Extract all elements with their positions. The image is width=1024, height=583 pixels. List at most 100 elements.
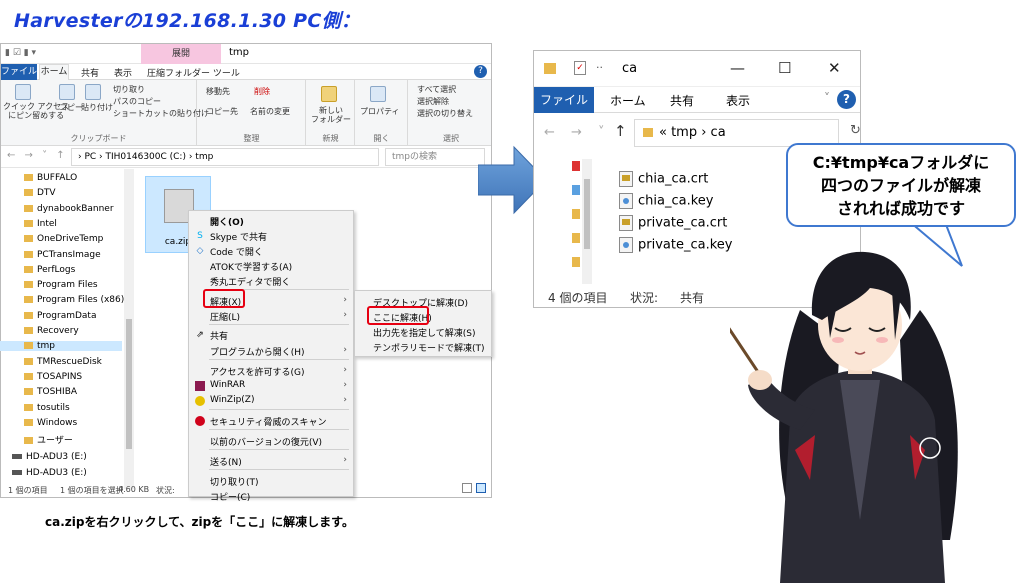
submenu-extract-temp[interactable]: テンポラリモードで解凍(T) (373, 341, 485, 354)
chevron-down-icon[interactable]: ˅ (824, 91, 830, 105)
menu-open-code[interactable]: Code で開く (210, 245, 263, 258)
file-row[interactable]: private_ca.key (619, 237, 732, 253)
tree-item-buffalo[interactable]: BUFFALO (24, 173, 77, 183)
open-group: プロパティ 開く (356, 80, 408, 146)
tree-item-drive[interactable]: HD-ADU3 (E:) (12, 452, 87, 462)
copy-path-button[interactable]: パスのコピー (113, 96, 161, 107)
copy-to-button[interactable]: コピー先 (206, 106, 238, 117)
tree-item-tosutils[interactable]: tosutils (24, 403, 70, 413)
menu-winzip[interactable]: WinZip(Z) (210, 395, 254, 405)
tree-item-toshiba[interactable]: TOSHIBA (24, 387, 77, 397)
copy-button[interactable]: コピー (59, 102, 83, 113)
tree-item-dynabookbanner[interactable]: dynabookBanner (24, 204, 114, 214)
file-row[interactable]: chia_ca.crt (619, 171, 708, 187)
tab-share[interactable]: 共有 (81, 66, 99, 79)
file-row[interactable]: private_ca.crt (619, 215, 727, 231)
properties-button[interactable]: プロパティ (360, 106, 400, 117)
tree-item-onedrivetemp[interactable]: OneDriveTemp (24, 234, 103, 244)
move-to-button[interactable]: 移動先 (206, 86, 230, 97)
folder-icon (24, 437, 33, 445)
select-none-button[interactable]: 選択解除 (417, 96, 449, 107)
nav-buttons[interactable]: ← → ˅ ↑ (7, 150, 68, 161)
tree-item-pctransimage[interactable]: PCTransImage (24, 250, 101, 260)
details-view-icon[interactable] (462, 483, 472, 493)
file-row[interactable]: chia_ca.key (619, 193, 713, 209)
address-input[interactable]: › PC › TIH0146300C (C:) › tmp (71, 148, 379, 166)
maximize-icon[interactable]: ☐ (778, 59, 791, 77)
tab-file[interactable]: ファイル (534, 87, 594, 113)
tree-item-perflogs[interactable]: PerfLogs (24, 265, 75, 275)
menu-security-scan[interactable]: セキュリティ脅威のスキャン (210, 415, 326, 428)
more-icon[interactable]: ·· (596, 61, 603, 74)
context-tab-extract[interactable]: 展開 (141, 44, 221, 64)
refresh-icon[interactable]: ↻ (850, 123, 860, 138)
submenu-extract-to[interactable]: 出力先を指定して解凍(S) (373, 326, 475, 339)
tab-view[interactable]: 表示 (726, 92, 750, 109)
tab-home[interactable]: ホーム (39, 64, 69, 80)
tree-item-recovery[interactable]: Recovery (24, 326, 79, 336)
menu-share[interactable]: 共有 (210, 329, 228, 342)
help-icon[interactable]: ? (837, 90, 856, 109)
menu-restore-previous[interactable]: 以前のバージョンの復元(V) (210, 435, 322, 448)
menu-atok[interactable]: ATOKで学習する(A) (210, 260, 292, 273)
right-scrollbar[interactable] (582, 159, 592, 284)
paste-shortcut-button[interactable]: ショートカットの貼り付け (113, 108, 209, 119)
quick-access-toolbar[interactable]: ▮ ☑ ▮ ▾ (5, 48, 36, 58)
delete-button[interactable]: 削除 (254, 86, 270, 97)
tree-item-drive[interactable]: HD-ADU3 (E:) (12, 468, 87, 478)
paste-button[interactable]: 貼り付け (81, 102, 113, 113)
right-scroll-thumb[interactable] (584, 179, 590, 249)
menu-skype-share[interactable]: Skype で共有 (210, 230, 267, 243)
select-all-button[interactable]: すべて選択 (417, 84, 456, 95)
nav-buttons[interactable]: ← → ˅ (544, 125, 611, 140)
tree-item-tosapins[interactable]: TOSAPINS (24, 372, 82, 382)
tree-item-label: TOSAPINS (37, 371, 83, 382)
tree-item-windows[interactable]: Windows (24, 418, 77, 428)
tab-compressed-tools[interactable]: 圧縮フォルダー ツール (147, 66, 240, 79)
tree-item-program-files-x86-[interactable]: Program Files (x86) (24, 295, 124, 305)
menu-copy[interactable]: コピー(C) (210, 490, 250, 503)
nav-item-icon (572, 257, 580, 267)
tree-item-intel[interactable]: Intel (24, 219, 57, 229)
tree-scrollbar[interactable] (124, 169, 134, 489)
menu-hidemaru[interactable]: 秀丸エディタで開く (210, 275, 290, 288)
tree-item-tmp[interactable]: tmp (0, 341, 122, 352)
large-icons-view-icon[interactable] (476, 483, 486, 493)
tree-item-programdata[interactable]: ProgramData (24, 311, 96, 321)
tree-item-label: PCTransImage (37, 249, 101, 260)
invert-selection-button[interactable]: 選択の切り替え (417, 108, 473, 119)
tab-view[interactable]: 表示 (114, 66, 132, 79)
right-title-bar: ✓ ·· ca — ☐ ✕ (534, 51, 860, 87)
organize-group-label: 整理 (243, 134, 260, 143)
close-icon[interactable]: ✕ (828, 59, 841, 77)
tab-share[interactable]: 共有 (670, 92, 694, 109)
properties-check-icon[interactable]: ✓ (574, 61, 586, 75)
drive-icon (12, 469, 22, 475)
menu-winrar[interactable]: WinRAR (210, 380, 245, 390)
menu-open-with[interactable]: プログラムから開く(H) (210, 345, 305, 358)
tree-item-tmrescuedisk[interactable]: TMRescueDisk (24, 357, 102, 367)
menu-open[interactable]: 開く(O) (210, 215, 244, 228)
tree-scroll-thumb[interactable] (126, 319, 132, 449)
minimize-icon[interactable]: — (730, 59, 745, 77)
tab-home[interactable]: ホーム (610, 92, 646, 109)
tree-item--[interactable]: ユーザー (24, 433, 73, 446)
help-icon[interactable]: ? (474, 65, 487, 78)
nav-item-icon (572, 161, 580, 171)
menu-cut[interactable]: 切り取り(T) (210, 475, 259, 488)
new-folder-button[interactable]: 新しい フォルダー (311, 106, 351, 124)
tree-item-dtv[interactable]: DTV (24, 188, 56, 198)
tree-item-label: Program Files (37, 280, 98, 291)
menu-send-to[interactable]: 送る(N) (210, 455, 242, 468)
menu-give-access[interactable]: アクセスを許可する(G) (210, 365, 305, 378)
cut-button[interactable]: 切り取り (113, 84, 145, 95)
search-input[interactable]: tmpの検索 (385, 148, 485, 166)
key-file-icon (619, 193, 633, 209)
up-icon[interactable]: ↑ (614, 122, 627, 140)
menu-compress[interactable]: 圧縮(L) (210, 310, 240, 323)
rename-button[interactable]: 名前の変更 (250, 106, 290, 117)
tree-item-label: TOSHIBA (37, 387, 78, 398)
tab-file[interactable]: ファイル (1, 64, 37, 80)
tree-item-program-files[interactable]: Program Files (24, 280, 98, 290)
select-group-label: 選択 (443, 134, 459, 143)
